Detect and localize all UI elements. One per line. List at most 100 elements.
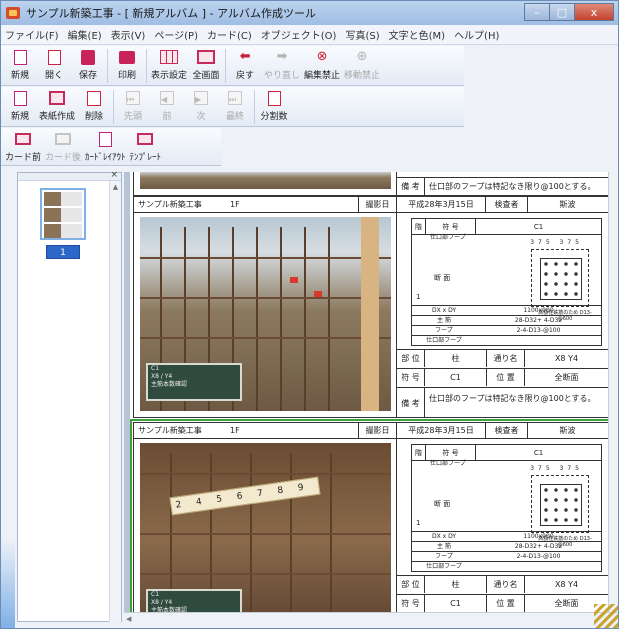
new-document-icon [11, 49, 29, 65]
spec-floor-label: 階 [412, 445, 426, 460]
main-toolbar: 新規 開く 保存 印刷 表示設定 全画面 ⬅ 戻す ➡ やり直し ⊗ 編集禁止 … [1, 46, 464, 86]
open-button[interactable]: 開く [39, 46, 69, 81]
window-controls: – □ x [524, 3, 614, 21]
code-value[interactable]: C1 [425, 369, 487, 386]
page-number-badge[interactable]: 1 [46, 245, 80, 259]
rebar [304, 227, 306, 411]
photo-date: 平成28年3月15日 [408, 426, 474, 435]
spec-key: 主 筋 [437, 317, 451, 324]
toolbar-separator [113, 90, 115, 124]
position-value[interactable]: 柱 [425, 350, 487, 367]
grid-value[interactable]: X8 Y4 [525, 350, 608, 367]
edit-lock-button[interactable]: ⊗ 編集禁止 [304, 46, 340, 81]
album-card-partial[interactable]: 備 考 仕口部のフープは特記なき限り@100とする。 [133, 172, 609, 197]
page-thumbnail[interactable] [40, 188, 86, 240]
album-card-selected[interactable]: サンプル新築工事 1F 撮影日 2 4 5 6 7 8 9 C1 X8 / Y4… [130, 419, 612, 622]
spec-key: 仕口部フープ [426, 337, 462, 344]
close-button[interactable]: x [574, 3, 614, 21]
info-pane: 平成28年3月15日 検査者 斯波 階 符 号 C1 仕口部フープ 375 37… [397, 196, 608, 418]
project-name: サンプル新築工事 [138, 200, 202, 209]
date-label: 撮影日 [358, 196, 396, 213]
construction-photo[interactable]: C1 X8 / Y4 主筋本数確認 [140, 217, 391, 411]
album-card[interactable]: サンプル新築工事 1F 撮影日 C1 X8 / Y4 主筋本数確認 平成28年3… [133, 196, 609, 418]
menu-bar: ファイル(F) 編集(E) 表示(V) ページ(P) カード(C) オブジェクト… [1, 25, 618, 45]
card-after-button[interactable]: カード後 [45, 128, 81, 163]
date-label: 撮影日 [358, 422, 396, 439]
maximize-button[interactable]: □ [549, 3, 575, 21]
split-icon [265, 90, 283, 106]
prev-page-button[interactable]: ◀ 前 [152, 87, 182, 122]
grid-value[interactable]: X8 Y4 [525, 576, 608, 593]
first-page-button[interactable]: ⏮ 先頭 [118, 87, 148, 122]
minimize-button[interactable]: – [524, 3, 550, 21]
document-vertical-scrollbar[interactable] [608, 172, 618, 622]
delete-icon [85, 90, 103, 106]
app-icon [6, 7, 20, 19]
album-page: 備 考 仕口部のフープは特記なき限り@100とする。 サンプル新築工事 1F 撮… [130, 172, 612, 622]
resize-grip-icon[interactable] [594, 604, 618, 628]
fullscreen-button[interactable]: 全画面 [191, 46, 221, 81]
new-album-button[interactable]: 新規 [5, 46, 35, 81]
menu-card[interactable]: カード(C) [207, 27, 252, 42]
card-header: サンプル新築工事 1F 撮影日 [134, 196, 396, 213]
print-button[interactable]: 印刷 [112, 46, 142, 81]
thumbnail-scrollbar[interactable]: ▲ [109, 181, 121, 622]
move-lock-button[interactable]: ⊕ 移動禁止 [344, 46, 380, 81]
board-text: C1 [151, 365, 160, 372]
location-value[interactable]: 全断面 [525, 369, 608, 386]
remarks-value[interactable]: 仕口部のフープは特記なき限り@100とする。 [425, 388, 608, 418]
delete-page-button[interactable]: 削除 [79, 87, 109, 122]
spec-key: フープ [435, 327, 453, 334]
menu-file[interactable]: ファイル(F) [5, 27, 59, 42]
last-page-button[interactable]: ⏭ 最終 [220, 87, 250, 122]
card-layout-icon [96, 131, 114, 147]
code-value[interactable]: C1 [425, 595, 487, 612]
display-settings-button[interactable]: 表示設定 [151, 46, 187, 81]
column-spec-table: 階 符 号 C1 仕口部フープ 375 375 断 面 1 高額柱鉄筋のため D… [411, 444, 602, 572]
next-page-button[interactable]: ▶ 次 [186, 87, 216, 122]
move-icon: ⊕ [356, 49, 368, 64]
page-thumbnail-panel: × 1 ▲ [17, 170, 122, 622]
new-page-button[interactable]: 新規 [5, 87, 35, 122]
toolbar-separator [146, 49, 147, 83]
menu-help[interactable]: ヘルプ(H) [454, 27, 499, 42]
undo-button[interactable]: ⬅ 戻す [230, 46, 260, 81]
spec-dimensions: 375 375 [530, 465, 583, 472]
spec-sub-label: 仕口部フープ [430, 234, 466, 241]
card-before-button[interactable]: カード前 [5, 128, 41, 163]
title-bar[interactable]: サンプル新築工事 - [ 新規アルバム ] - アルバム作成ツール – □ x [1, 1, 618, 25]
card-before-icon [14, 131, 32, 147]
position-value[interactable]: 柱 [425, 576, 487, 593]
measuring-tape: 2 4 5 6 7 8 9 [169, 476, 321, 516]
menu-text-color[interactable]: 文字と色(M) [389, 27, 445, 42]
first-page-icon: ⏮ [124, 90, 142, 106]
scroll-up-icon[interactable]: ▲ [110, 183, 121, 191]
menu-view[interactable]: 表示(V) [111, 27, 146, 42]
template-button[interactable]: ﾃﾝﾌﾟﾚｰﾄ [130, 128, 161, 163]
arrow-left-icon: ⬅ [239, 49, 251, 64]
menu-page[interactable]: ページ(P) [154, 27, 198, 42]
construction-photo[interactable]: 2 4 5 6 7 8 9 C1 X8 / Y4 主筋本数確認 [140, 443, 391, 622]
card-layout-button[interactable]: ｶｰﾄﾞﾚｲｱｳﾄ [85, 128, 126, 163]
rebar [330, 453, 332, 622]
save-button[interactable]: 保存 [73, 46, 103, 81]
split-count-button[interactable]: 分割数 [259, 87, 289, 122]
position-label: 部 位 [397, 350, 425, 367]
menu-edit[interactable]: 編集(E) [68, 27, 102, 42]
board-text: 主筋本数確認 [151, 381, 188, 388]
menu-photo[interactable]: 写真(S) [345, 27, 379, 42]
rebar [328, 227, 330, 411]
grid-label: 通り名 [487, 350, 525, 367]
rebar [140, 473, 391, 475]
menu-object[interactable]: オブジェクト(O) [261, 27, 337, 42]
page-toolbar: 新規 表紙作成 削除 ⏮ 先頭 ◀ 前 ▶ 次 ⏭ 最終 分割数 [1, 87, 464, 127]
rebar [280, 227, 282, 411]
create-cover-button[interactable]: 表紙作成 [39, 87, 75, 122]
timber-post [361, 217, 379, 411]
close-icon[interactable]: × [110, 170, 118, 180]
scroll-left-icon[interactable]: ◀ [126, 615, 131, 622]
card-toolbar: カード前 カード後 ｶｰﾄﾞﾚｲｱｳﾄ ﾃﾝﾌﾟﾚｰﾄ [1, 128, 221, 166]
redo-button[interactable]: ➡ やり直し [264, 46, 300, 81]
document-horizontal-scrollbar[interactable]: ◀ [124, 612, 618, 622]
photo-pane [134, 172, 397, 197]
